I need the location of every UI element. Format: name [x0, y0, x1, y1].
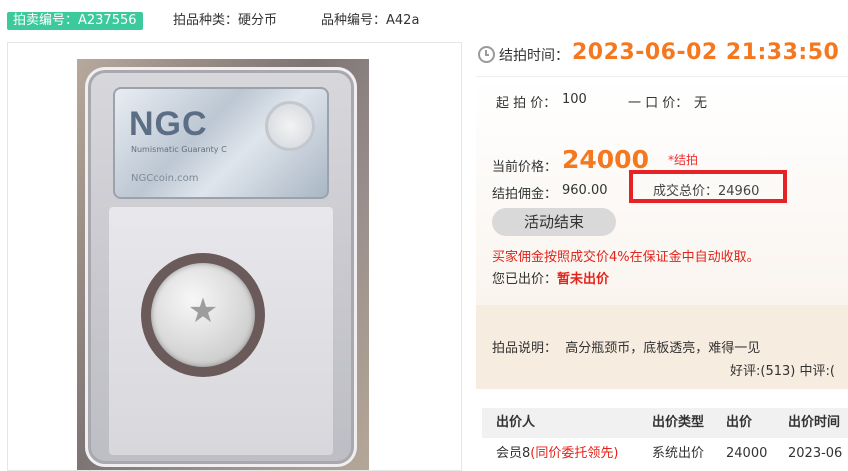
variety-label: 品种编号： — [321, 13, 387, 28]
commission-label: 结拍佣金： — [492, 187, 558, 202]
start-price-label: 起 拍 价： — [496, 96, 557, 111]
total-price-label: 成交总价： — [653, 184, 719, 199]
lot-photo-frame: NGC Numismatic Guaranty C NGCcoin.com ★ — [7, 42, 462, 471]
lot-id-badge: 拍卖编号：A237556 — [7, 12, 143, 30]
description: 拍品说明： 高分瓶颈币，底板透亮，难得一见 — [492, 337, 760, 356]
slab-website: NGCcoin.com — [131, 173, 199, 184]
clock-icon — [478, 46, 495, 63]
col-price: 出价 — [726, 408, 753, 438]
table-row-time: 2023-06 — [788, 446, 843, 461]
category-label: 拍品种类： — [173, 13, 239, 28]
end-time-value: 2023-06-02 21:33:50 — [572, 40, 840, 65]
col-bid-type: 出价类型 — [652, 408, 705, 438]
sold-tag: *结拍 — [668, 153, 699, 167]
category-value: 硬分币 — [238, 13, 278, 28]
current-price-label: 当前价格： — [492, 160, 558, 175]
bidder-note: (同价委托领先) — [530, 446, 619, 461]
coin-holder: ★ — [141, 253, 265, 377]
total-price-highlight: 成交总价：24960 — [629, 170, 787, 203]
col-bidder: 出价人 — [496, 408, 536, 438]
price-box: 起 拍 价： 100 一 口 价： 无 当前价格： 24000 *结拍 结拍佣金… — [476, 76, 848, 389]
commission-value: 960.00 — [562, 183, 608, 198]
slab-label: NGC Numismatic Guaranty C NGCcoin.com — [113, 87, 329, 199]
lot-photo[interactable]: NGC Numismatic Guaranty C NGCcoin.com ★ — [77, 59, 369, 470]
start-price-value: 100 — [562, 92, 587, 107]
end-time-row: 结拍时间： 2023-06-02 21:33:50 — [476, 40, 848, 70]
buy-now-value: 无 — [694, 96, 708, 111]
table-row-price: 24000 — [726, 446, 768, 461]
variety-info: 品种编号：A42a — [321, 12, 419, 30]
total-price-value: 24960 — [718, 184, 760, 199]
table-row-bidder: 会员8(同价委托领先) — [496, 442, 618, 466]
my-bid-value: 暂未出价 — [557, 272, 610, 287]
grading-slab: NGC Numismatic Guaranty C NGCcoin.com ★ — [85, 67, 357, 467]
coin: ★ — [151, 263, 255, 367]
variety-value: A42a — [386, 13, 420, 28]
category-info: 拍品种类：硬分币 — [173, 12, 277, 30]
my-bid-label: 您已出价： — [492, 272, 558, 287]
bidder-name: 会员8 — [496, 446, 531, 461]
commission-note: 买家佣金按照成交价4%在保证金中自动收取。 — [492, 250, 760, 265]
buy-now-label: 一 口 价： — [628, 96, 689, 111]
end-time-label: 结拍时间： — [499, 48, 569, 64]
hologram — [265, 101, 315, 151]
auction-info-panel: 结拍时间： 2023-06-02 21:33:50 起 拍 价： 100 一 口… — [476, 40, 848, 469]
seller-rating[interactable]: 好评:(513) 中评:( — [730, 360, 835, 379]
total-price: 成交总价：24960 — [653, 180, 759, 199]
description-text: 高分瓶颈币，底板透亮，难得一见 — [565, 341, 761, 356]
slab-subtitle: Numismatic Guaranty C — [131, 145, 227, 154]
auction-ended-button[interactable]: 活动结束 — [492, 208, 616, 236]
my-bid: 您已出价：暂未出价 — [492, 268, 609, 287]
lot-header: 拍卖编号：A237556 拍品种类：硬分币 品种编号：A42a — [0, 0, 848, 42]
ngc-logo: NGC — [129, 105, 208, 143]
emblem-icon: ★ — [187, 291, 219, 331]
col-time: 出价时间 — [788, 408, 841, 438]
table-row-type: 系统出价 — [652, 446, 705, 461]
description-label: 拍品说明： — [492, 341, 558, 356]
